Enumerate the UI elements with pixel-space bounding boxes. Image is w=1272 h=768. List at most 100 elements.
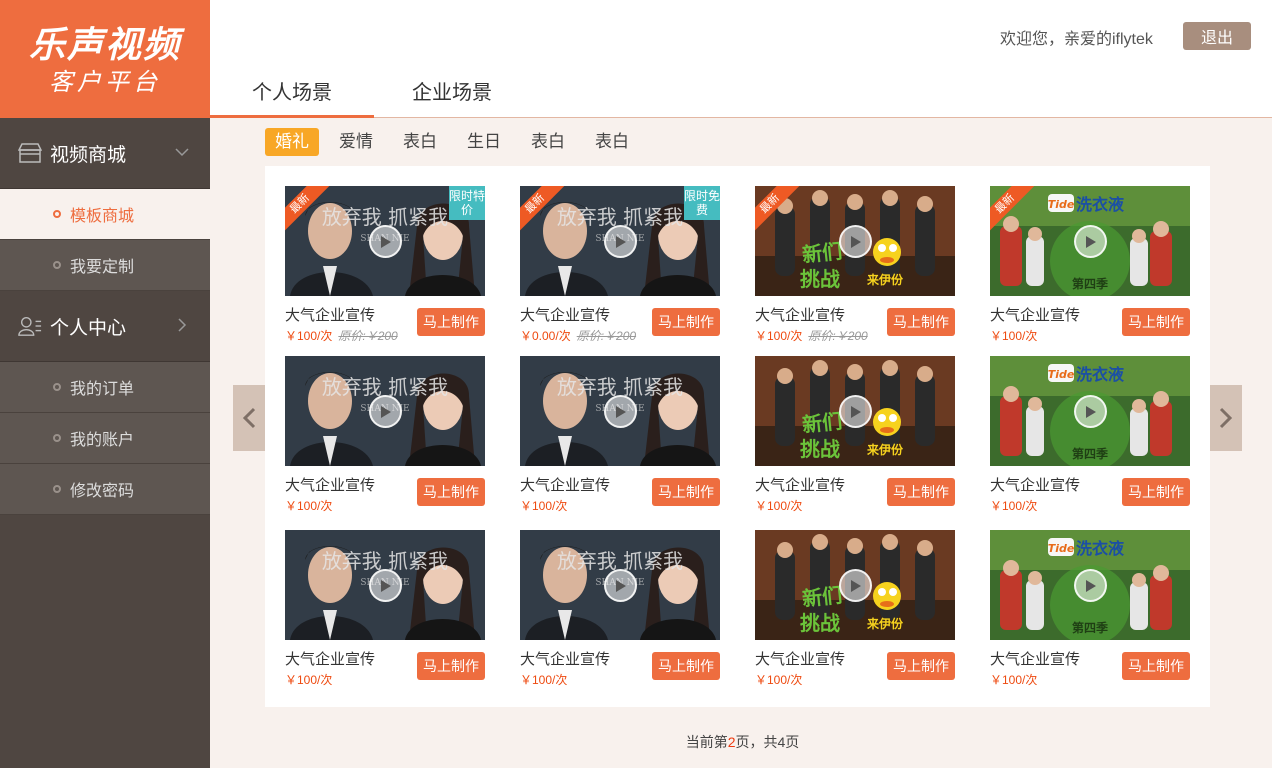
make-now-button[interactable]: 马上制作 [417,308,485,336]
make-now-button[interactable]: 马上制作 [417,652,485,680]
card-price: ￥100/次 [990,497,1037,514]
category-tab-love[interactable]: 爱情 [329,128,383,156]
template-card[interactable]: 放弃我 抓紧我SHAN NIE 大气企业宣传 ￥100/次 马上制作 [520,356,720,516]
sidebar-item-template-store[interactable]: 模板商城 [0,189,210,240]
play-icon[interactable] [1074,569,1107,602]
category-tab-confession-2[interactable]: 表白 [521,128,575,156]
logout-button[interactable]: 退出 [1183,22,1251,50]
play-icon[interactable] [604,569,637,602]
template-card[interactable]: 新们 挑战 来伊份大气企业宣传 ￥100/次 马上制作 [755,530,955,690]
card-price: ￥100/次 [520,497,567,514]
play-icon[interactable] [369,395,402,428]
sidebar-item-custom[interactable]: 我要定制 [0,240,210,291]
card-price: ￥100/次 [520,671,567,688]
video-thumbnail[interactable]: 放弃我 抓紧我SHAN NIE [520,356,720,466]
prev-page-button[interactable] [233,385,265,451]
bullet-icon [53,485,61,493]
category-tab-confession-3[interactable]: 表白 [585,128,639,156]
video-thumbnail[interactable]: 放弃我 抓紧我SHAN NIE最新限时特价 [285,186,485,296]
video-thumbnail[interactable]: 放弃我 抓紧我SHAN NIE [285,356,485,466]
make-now-button[interactable]: 马上制作 [652,308,720,336]
play-icon[interactable] [839,225,872,258]
make-now-button[interactable]: 马上制作 [652,478,720,506]
template-card[interactable]: 放弃我 抓紧我SHAN NIE 大气企业宣传 ￥100/次 马上制作 [520,530,720,690]
svg-text:Tide: Tide [1048,198,1075,211]
category-tab-confession[interactable]: 表白 [393,128,447,156]
play-icon[interactable] [1074,225,1107,258]
card-price: ￥100/次 [755,671,802,688]
template-card[interactable]: 放弃我 抓紧我SHAN NIE最新限时特价大气企业宣传 ￥100/次原价:￥200… [285,186,485,346]
svg-text:第四季: 第四季 [1072,620,1109,635]
bullet-icon [53,210,61,218]
category-tab-wedding[interactable]: 婚礼 [265,128,319,156]
play-icon[interactable] [839,395,872,428]
template-card[interactable]: 新们 挑战 来伊份 最新大气企业宣传 ￥100/次 原价:￥200 马上制作 [755,186,955,346]
nav-group-video-store[interactable]: 视频商城 [0,118,210,189]
main-tabs: 个人场景 企业场景 [210,78,1272,118]
nav-group-personal-center[interactable]: 个人中心 [0,291,210,362]
template-card[interactable]: Tide 洗衣液 第四季 最新 大气企业宣传 ￥100/次 马上制作 [990,186,1190,346]
sidebar-item-label: 我的订单 [70,381,135,398]
play-icon[interactable] [369,569,402,602]
template-card[interactable]: 放弃我 抓紧我SHAN NIE 大气企业宣传 ￥100/次 马上制作 [285,356,485,516]
sidebar-item-label: 修改密码 [70,483,135,500]
template-card[interactable]: Tide 洗衣液 第四季 大气企业宣传 ￥100/次 马上制作 [990,530,1190,690]
video-thumbnail[interactable]: Tide 洗衣液第四季 [990,530,1190,640]
video-thumbnail[interactable]: 新们 挑战 来伊份 [755,356,955,466]
sidebar-item-account[interactable]: 我的账户 [0,413,210,464]
make-now-button[interactable]: 马上制作 [1122,308,1190,336]
sidebar-item-change-password[interactable]: 修改密码 [0,464,210,515]
card-title: 大气企业宣传 [755,651,846,668]
make-now-button[interactable]: 马上制作 [417,478,485,506]
template-card[interactable]: 放弃我 抓紧我SHAN NIE最新限时免费大气企业宣传 ￥0.00/次原价:￥20… [520,186,720,346]
original-price: 原价:￥200 [808,329,868,343]
make-now-button[interactable]: 马上制作 [1122,478,1190,506]
template-card[interactable]: Tide 洗衣液 第四季 大气企业宣传 ￥100/次 马上制作 [990,356,1190,516]
svg-text:来伊份: 来伊份 [866,272,904,287]
nav-group-label: 个人中心 [50,317,127,339]
store-icon [18,142,42,164]
card-price: ￥100/次 [990,671,1037,688]
video-thumbnail[interactable]: 新们 挑战 来伊份 [755,530,955,640]
svg-text:洗衣液: 洗衣液 [1076,539,1125,558]
category-tab-birthday[interactable]: 生日 [457,128,511,156]
video-thumbnail[interactable]: Tide 洗衣液 第四季 最新 [990,186,1190,296]
tab-enterprise[interactable]: 企业场景 [370,78,534,118]
card-price: ￥100/次 [285,671,332,688]
play-icon[interactable] [604,395,637,428]
card-title: 大气企业宣传 [755,307,846,324]
make-now-button[interactable]: 马上制作 [652,652,720,680]
pager-current: 2 [727,734,736,750]
price-value: ￥100/次 [990,673,1038,687]
make-now-button[interactable]: 马上制作 [887,308,955,336]
next-page-button[interactable] [1210,385,1242,451]
make-now-button[interactable]: 马上制作 [887,652,955,680]
welcome-text: 欢迎您，亲爱的iflytek [1000,31,1153,48]
video-thumbnail[interactable]: 放弃我 抓紧我SHAN NIE [285,530,485,640]
play-icon[interactable] [369,225,402,258]
template-card[interactable]: 新们 挑战 来伊份 大气企业宣传 ￥100/次 马上制作 [755,356,955,516]
price-value: ￥100/次 [990,329,1038,343]
svg-text:洗衣液: 洗衣液 [1076,195,1125,214]
play-icon[interactable] [1074,395,1107,428]
sidebar-item-orders[interactable]: 我的订单 [0,362,210,413]
video-thumbnail[interactable]: 新们 挑战 来伊份 最新 [755,186,955,296]
play-icon[interactable] [604,225,637,258]
play-icon[interactable] [839,569,872,602]
price-value: ￥100/次 [755,329,803,343]
video-thumbnail[interactable]: 放弃我 抓紧我SHAN NIE最新限时免费 [520,186,720,296]
logo[interactable]: 乐声视频 客户平台 [0,0,210,118]
make-now-button[interactable]: 马上制作 [1122,652,1190,680]
make-now-button[interactable]: 马上制作 [887,478,955,506]
card-price: ￥0.00/次 原价:￥200 [520,327,636,344]
category-tabs: 婚礼 爱情 表白 生日 表白 表白 [265,128,649,156]
card-title: 大气企业宣传 [285,307,376,324]
tab-personal[interactable]: 个人场景 [210,78,374,118]
video-thumbnail[interactable]: Tide 洗衣液 第四季 [990,356,1190,466]
template-card[interactable]: 放弃我 抓紧我SHAN NIE 大气企业宣传 ￥100/次 马上制作 [285,530,485,690]
video-thumbnail[interactable]: 放弃我 抓紧我SHAN NIE [520,530,720,640]
card-price: ￥100/次 [755,497,802,514]
card-title: 大气企业宣传 [285,651,376,668]
svg-text:Tide: Tide [1048,542,1075,555]
price-value: ￥100/次 [990,499,1038,513]
